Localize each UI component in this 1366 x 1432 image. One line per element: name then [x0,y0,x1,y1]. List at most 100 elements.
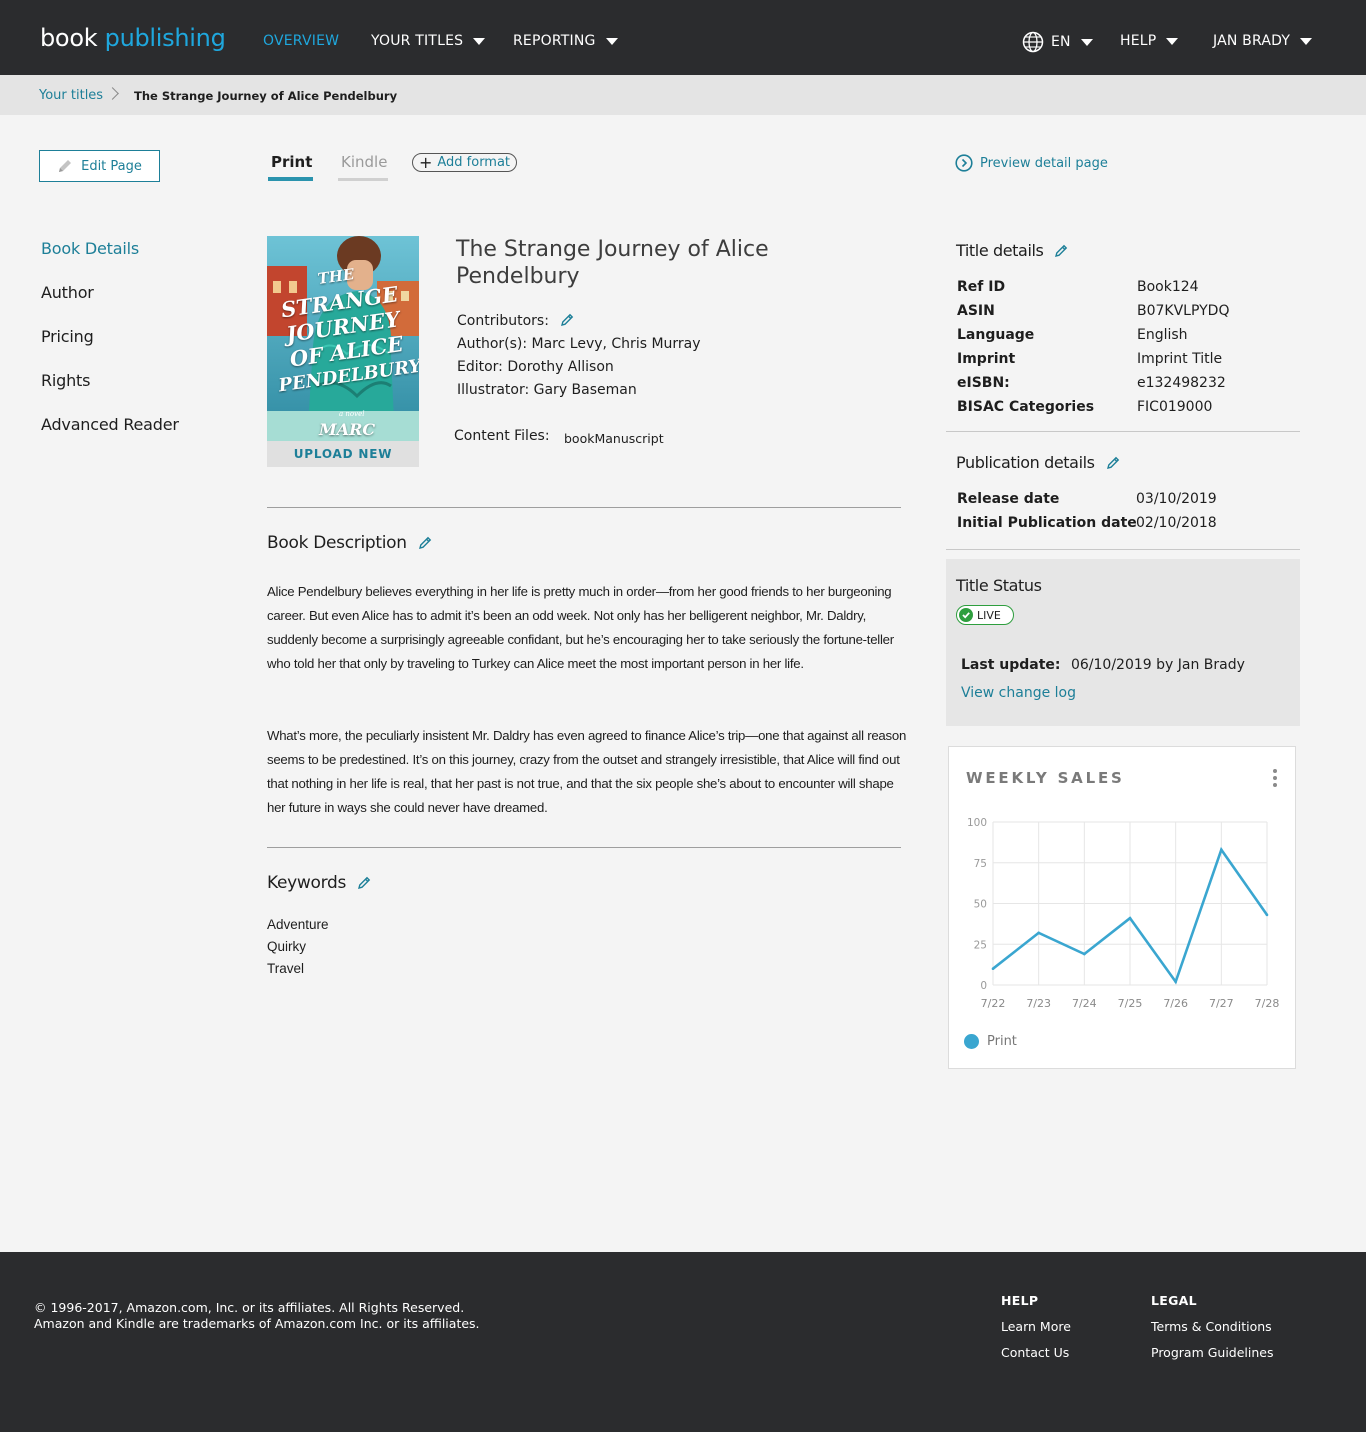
last-update-value: 06/10/2019 by Jan Brady [1070,657,1245,673]
legend-swatch-print [964,1034,979,1049]
detail-value-imprint: Imprint Title [1137,351,1223,367]
tab-kindle-indicator [338,178,388,181]
divider [946,549,1300,550]
last-update-row: Last update: 06/10/2019 by Jan Brady [961,657,1245,673]
sidebar-item-author[interactable]: Author [41,283,94,302]
cover-author: MARC LEVY [319,420,376,441]
detail-value-asin: B07KVLPYDQ [1137,303,1230,319]
detail-value-ref-id: Book124 [1137,279,1199,295]
footer-link-program-guidelines[interactable]: Program Guidelines [1151,1345,1274,1360]
upload-new-button[interactable]: UPLOAD NEW [267,441,419,467]
detail-label-imprint: Imprint [957,351,1016,367]
footer-copyright: © 1996-2017, Amazon.com, Inc. or its aff… [34,1300,465,1315]
divider [267,847,901,848]
chevron-down-icon [1166,37,1179,45]
y-tick-label: 50 [974,899,987,911]
logo-text-publishing: publishing [104,24,226,52]
sidebar-item-advanced-reader[interactable]: Advanced Reader [41,415,179,434]
data-point [1265,913,1269,917]
check-circle-icon [959,608,973,622]
tab-kindle[interactable]: Kindle [341,153,387,171]
sidebar-item-pricing[interactable]: Pricing [41,327,94,346]
chevron-down-icon [473,37,486,45]
footer-link-learn-more[interactable]: Learn More [1001,1319,1071,1334]
user-menu[interactable]: JAN BRADY [1213,33,1313,49]
detail-value-release-date: 03/10/2019 [1136,491,1217,507]
x-tick-label: 7/22 [981,997,1006,1010]
book-description-heading: Book Description [267,533,433,553]
edit-pencil-icon[interactable] [1053,243,1069,259]
language-selector[interactable]: EN [1022,31,1093,53]
sidebar-item-book-details[interactable]: Book Details [41,239,139,258]
preview-label: Preview detail page [980,155,1108,171]
footer-link-terms[interactable]: Terms & Conditions [1151,1319,1272,1334]
edit-pencil-icon[interactable] [1105,455,1121,471]
keyword-item: Adventure [267,917,329,932]
add-format-button[interactable]: + Add format [412,153,517,172]
detail-label-initial-publication-date: Initial Publication date [957,515,1137,531]
divider [946,431,1300,432]
nav-reporting[interactable]: REPORTING [513,33,618,49]
authors-text: Author(s): Marc Levy, Chris Murray [457,336,701,352]
edit-pencil-icon[interactable] [356,875,372,891]
x-tick-label: 7/27 [1209,997,1234,1010]
edit-page-button[interactable]: Edit Page [39,150,160,182]
x-tick-label: 7/25 [1118,997,1143,1010]
detail-label-ref-id: Ref ID [957,279,1006,295]
weekly-sales-title: WEEKLY SALES [966,769,1125,787]
contributors-row: Contributors: [457,313,575,329]
edit-pencil-icon[interactable] [559,312,575,328]
pencil-icon [59,160,72,172]
content-files-label: Content Files: [454,428,550,444]
view-change-log-link[interactable]: View change log [961,685,1076,701]
cover-subtitle: a novel [339,410,365,418]
cover-title-text: THE STRANGE JOURNEY OF ALICE PENDELBURY [277,265,419,397]
x-tick-label: 7/23 [1026,997,1051,1010]
tab-print-indicator [268,177,313,181]
footer [0,1252,1366,1432]
detail-value-bisac: FIC019000 [1137,399,1213,415]
nav-overview[interactable]: OVERVIEW [263,33,339,49]
detail-value-language: English [1137,327,1188,343]
more-options-icon[interactable] [1273,769,1277,790]
detail-value-initial-publication-date: 02/10/2018 [1136,515,1217,531]
legend-label-print: Print [987,1034,1017,1049]
breadcrumb-link-your-titles[interactable]: Your titles [39,88,103,103]
detail-value-eisbn: e132498232 [1137,375,1226,391]
content-files-value[interactable]: bookManuscript [564,431,664,446]
detail-label-eisbn: eISBN: [957,375,1010,391]
y-tick-label: 0 [980,980,987,992]
y-tick-label: 100 [967,817,987,829]
chevron-down-icon [1080,38,1093,46]
contributors-label: Contributors: [457,313,549,329]
chevron-circle-icon [955,154,973,172]
globe-icon [1022,31,1044,53]
preview-detail-page-link[interactable]: Preview detail page [955,154,1108,172]
chevron-down-icon [1300,37,1313,45]
data-point [1220,848,1223,852]
data-point [1037,931,1040,935]
detail-label-language: Language [957,327,1035,343]
status-badge-label: LIVE [977,608,1001,622]
last-update-label: Last update: [961,657,1061,673]
divider [267,507,901,508]
book-cover-image: THE STRANGE JOURNEY OF ALICE PENDELBURY … [267,236,419,441]
footer-legal-heading: LEGAL [1151,1293,1197,1308]
logo[interactable]: book publishing [40,24,226,52]
edit-pencil-icon[interactable] [417,535,433,551]
sidebar-item-rights[interactable]: Rights [41,371,90,390]
data-point [1128,916,1132,920]
y-tick-label: 75 [974,858,987,870]
book-title: The Strange Journey of Alice Pendelbury [456,237,769,289]
logo-text-book: book [40,24,98,52]
illustrator-text: Illustrator: Gary Baseman [457,382,637,398]
nav-your-titles[interactable]: YOUR TITLES [371,33,486,49]
footer-link-contact-us[interactable]: Contact Us [1001,1345,1069,1360]
nav-help[interactable]: HELP [1120,33,1179,49]
tab-print[interactable]: Print [271,153,312,171]
keywords-heading: Keywords [267,873,372,893]
chevron-down-icon [605,37,618,45]
chart-legend: Print [964,1034,1017,1049]
data-point [1174,980,1177,984]
weekly-sales-card: WEEKLY SALES 0 25 50 75 100 7/22 7/23 7/24 7/25 7… [948,746,1296,1069]
